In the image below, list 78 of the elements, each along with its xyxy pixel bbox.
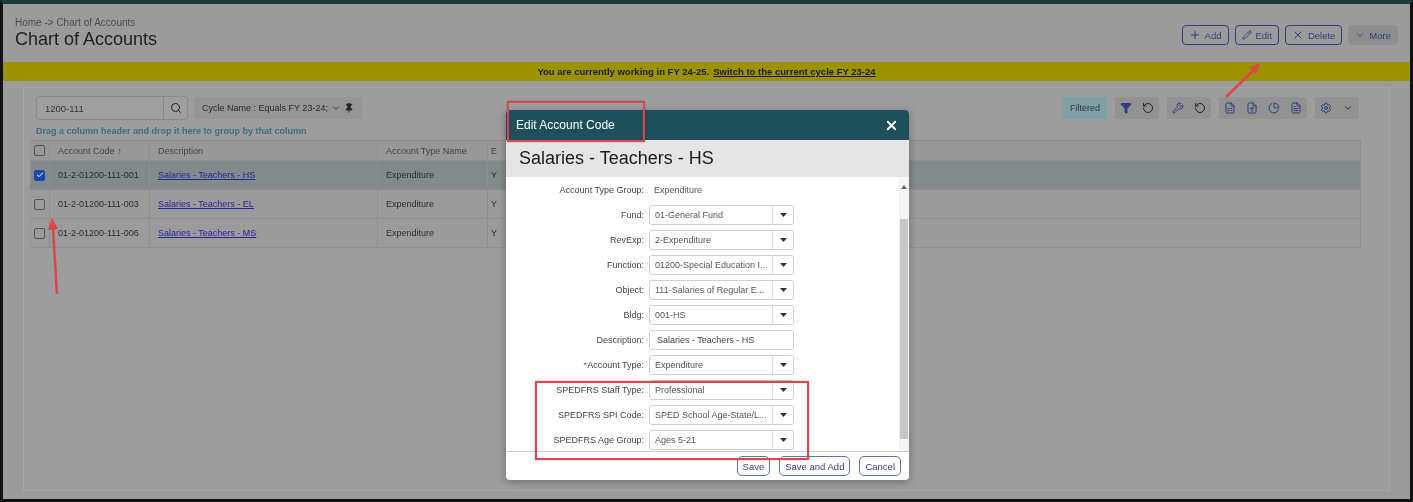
column-header[interactable]: Account Type Name <box>386 145 467 156</box>
pencil-icon <box>1241 30 1252 40</box>
caret-icon <box>330 103 341 113</box>
description-link[interactable]: Salaries - Teachers - HS <box>158 170 256 180</box>
add-button[interactable]: Add <box>1181 25 1229 45</box>
dropdown-field[interactable]: 2-Expenditure <box>649 230 794 250</box>
banner-message: You are currently working in FY 24-25. <box>537 66 710 77</box>
table-cell: Expenditure <box>386 228 435 238</box>
table-cell: Expenditure <box>386 170 435 180</box>
caret-icon <box>779 213 787 217</box>
column-header[interactable]: E <box>491 145 497 156</box>
description-link[interactable]: Salaries - Teachers - EL <box>158 199 254 209</box>
dropdown-field[interactable]: Expenditure <box>649 355 794 375</box>
dropdown-field[interactable]: Professional <box>649 380 794 400</box>
table-cell: 01-2-01200-111-001 <box>58 170 139 180</box>
field-value: Expenditure <box>653 185 704 195</box>
caret-icon <box>779 438 787 442</box>
dropdown-field[interactable]: SPED School Age-State/L... <box>649 405 794 425</box>
caret-icon <box>1355 30 1366 40</box>
filter-chip[interactable]: Cycle Name : Equals FY 23-24; <box>194 97 362 119</box>
row-checkbox[interactable] <box>34 198 45 210</box>
column-header[interactable]: Description <box>158 145 204 156</box>
table-cell: Y <box>491 170 497 180</box>
dialog-button[interactable]: Save and Add <box>779 456 851 476</box>
column-header[interactable]: Account Code <box>58 145 115 156</box>
search-field[interactable]: 1200-111 <box>36 96 188 120</box>
field-label: Account Type: <box>587 360 644 370</box>
scrollbar[interactable] <box>899 177 909 451</box>
description-link[interactable]: Salaries - Teachers - MS <box>158 228 257 238</box>
field-label: Bldg: <box>623 310 644 320</box>
caret-icon <box>779 363 787 367</box>
dialog-title: Edit Account Code <box>516 118 615 132</box>
dropdown-field[interactable]: 111-Salaries of Regular E... <box>649 280 794 300</box>
table-cell: Y <box>491 228 497 238</box>
table-cell: 01-2-01200-111-006 <box>58 228 139 238</box>
caret-icon <box>779 388 787 392</box>
row-checkbox[interactable] <box>34 169 45 181</box>
table-cell: 01-2-01200-111-003 <box>58 199 139 209</box>
table-cell: Y <box>491 199 497 209</box>
more-button[interactable]: More <box>1348 25 1398 45</box>
field-label: SPEDFRS SPI Code: <box>557 410 644 420</box>
caret-icon <box>779 313 787 317</box>
caret-icon <box>779 413 787 417</box>
page-title: Chart of Accounts <box>15 28 158 50</box>
dropdown-field[interactable]: 001-HS <box>649 305 794 325</box>
field-label: Fund: <box>621 210 644 220</box>
required-mark: * <box>583 360 588 370</box>
field-label: Function: <box>606 260 644 270</box>
dropdown-field[interactable]: Ages 5-21 <box>649 430 794 450</box>
dialog-button[interactable]: Save <box>736 456 771 476</box>
dialog-button[interactable]: Cancel <box>859 456 901 476</box>
field-label: SPEDFRS Age Group: <box>553 435 644 445</box>
delete-button[interactable]: Delete <box>1284 25 1343 45</box>
plus-icon <box>1188 29 1201 41</box>
pin-icon <box>343 103 354 113</box>
group-hint: Drag a column header and drop it here to group by that column <box>35 125 308 138</box>
breadcrumb: Home -> Chart of Accounts <box>15 16 137 28</box>
field-label: Account Type Group: <box>559 185 644 195</box>
table-cell: Expenditure <box>386 199 435 209</box>
field-label: SPEDFRS Staff Type: <box>556 385 644 395</box>
edit-button[interactable]: Edit <box>1234 25 1279 45</box>
caret-icon <box>779 288 787 292</box>
field-label: RevExp: <box>610 235 644 245</box>
input-field[interactable]: Salaries - Teachers - HS <box>649 330 794 350</box>
field-label: Object: <box>615 285 644 295</box>
search-icon <box>169 102 182 114</box>
switch-cycle-link[interactable]: Switch to the current cycle FY 23-24 <box>713 66 876 77</box>
sort-arrow[interactable]: ↑ <box>117 145 123 156</box>
select-all-checkbox[interactable] <box>34 145 45 156</box>
filtered-button[interactable]: Filtered <box>1063 97 1107 119</box>
caret-icon <box>779 263 787 267</box>
dialog-heading: Salaries - Teachers - HS <box>519 148 714 169</box>
field-label: Description: <box>596 335 644 345</box>
dropdown-field[interactable]: 01200-Special Education I... <box>649 255 794 275</box>
caret-icon <box>779 238 787 242</box>
row-checkbox[interactable] <box>34 227 45 239</box>
dropdown-field[interactable]: 01-General Fund <box>649 205 794 225</box>
annotation-arrow <box>1223 60 1263 100</box>
